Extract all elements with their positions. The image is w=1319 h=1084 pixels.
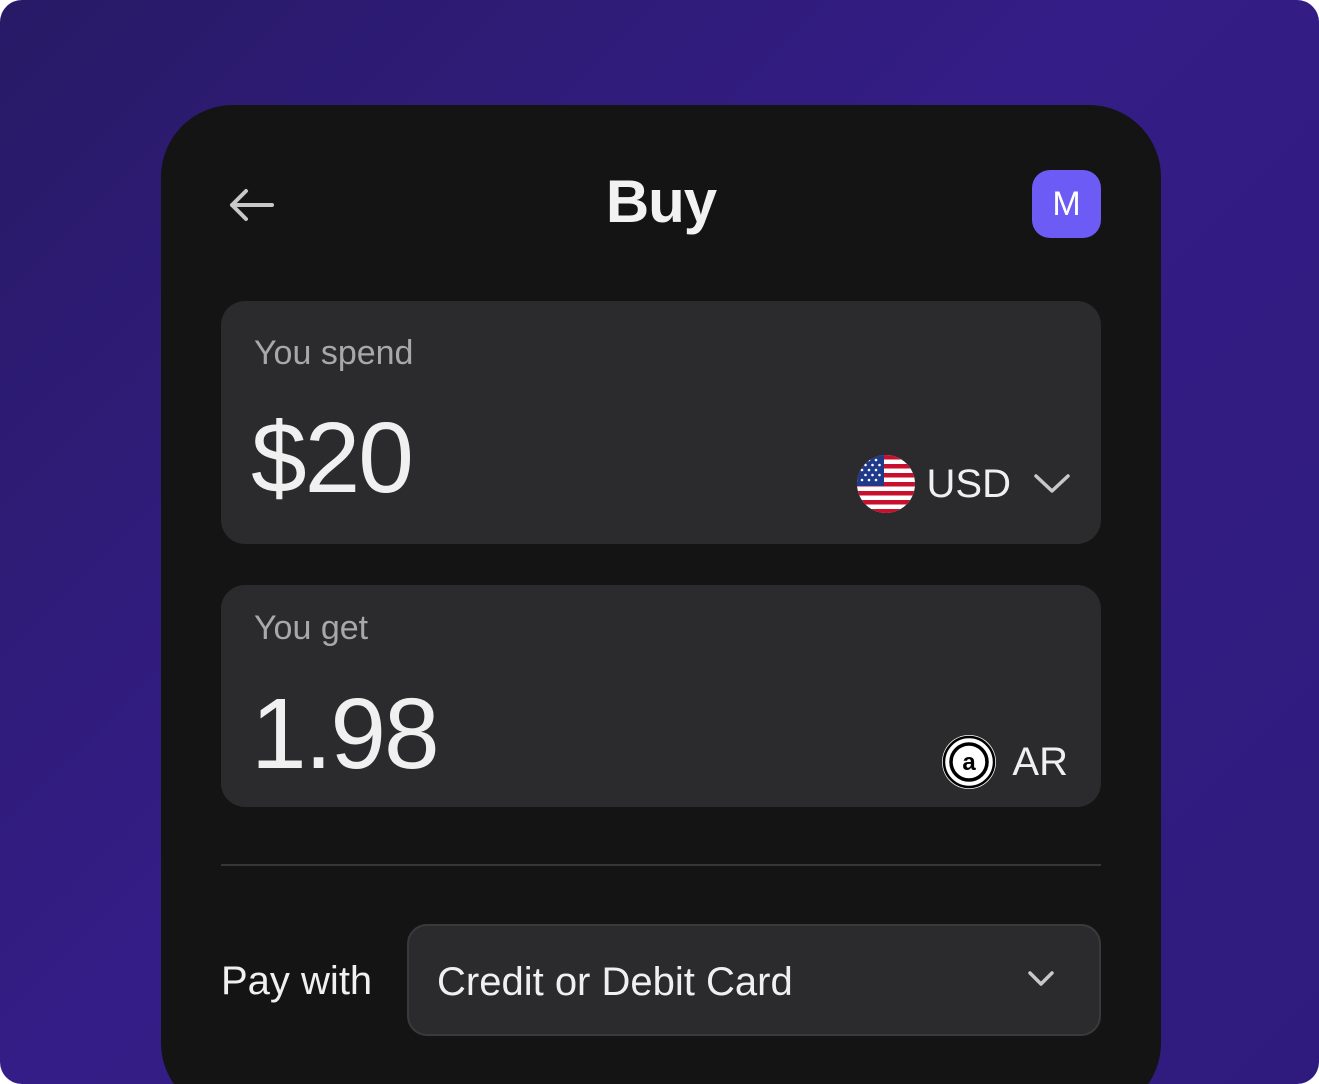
receive-token: a AR <box>942 735 1068 789</box>
payment-method-select[interactable]: Credit or Debit Card <box>407 924 1101 1036</box>
arweave-logo-letter: a <box>963 749 977 776</box>
get-amount: 1.98 <box>251 678 440 790</box>
pay-with-label: Pay with <box>221 959 373 1003</box>
spend-label: You spend <box>254 334 414 372</box>
get-label: You get <box>254 609 369 647</box>
background: Buy M You spend $20 USD You get 1.98 a A… <box>0 0 1319 1084</box>
us-flag-icon <box>856 455 915 513</box>
token-code: AR <box>1012 739 1068 784</box>
spend-amount-input[interactable] <box>251 401 671 516</box>
currency-code: USD <box>926 461 1011 506</box>
buy-panel: Buy M You spend $20 USD You get 1.98 a A… <box>161 105 1161 1084</box>
currency-selector[interactable]: USD <box>856 455 1071 513</box>
chevron-down-icon <box>1033 472 1071 496</box>
payment-method-value: Credit or Debit Card <box>437 960 793 1004</box>
page-title: Buy <box>605 168 717 235</box>
chevron-down-icon <box>1027 970 1055 993</box>
get-card: You get 1.98 a AR <box>221 585 1101 807</box>
arweave-logo-icon: a <box>942 735 997 789</box>
divider <box>221 864 1101 866</box>
spend-card: You spend $20 USD <box>221 301 1101 544</box>
avatar[interactable]: M <box>1032 170 1101 238</box>
